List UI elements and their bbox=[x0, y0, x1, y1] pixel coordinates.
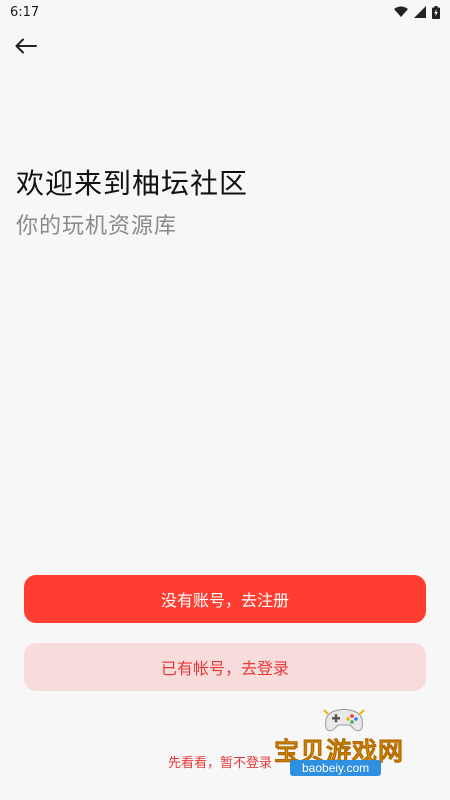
watermark-url: baobeiy.com bbox=[290, 760, 382, 776]
skip-login-link[interactable]: 先看看，暂不登录 bbox=[168, 752, 272, 771]
page-subtitle: 你的玩机资源库 bbox=[16, 214, 178, 239]
status-time: 6:17 bbox=[10, 4, 40, 20]
battery-charging-icon bbox=[432, 5, 440, 19]
arrow-left-icon bbox=[15, 38, 37, 54]
watermark: 宝贝游戏网 baobeiy.com bbox=[272, 706, 422, 792]
register-button-label: 没有账号，去注册 bbox=[160, 591, 289, 610]
login-button[interactable]: 已有帐号，去登录 bbox=[24, 643, 426, 691]
wifi-icon bbox=[394, 6, 408, 17]
page-title: 欢迎来到柚坛社区 bbox=[16, 167, 249, 200]
signal-icon bbox=[414, 6, 426, 18]
status-icons bbox=[394, 5, 440, 19]
back-button[interactable] bbox=[12, 32, 40, 60]
gamepad-icon bbox=[323, 709, 365, 732]
login-button-label: 已有帐号，去登录 bbox=[160, 659, 289, 678]
status-bar: 6:17 bbox=[0, 0, 450, 24]
register-button[interactable]: 没有账号，去注册 bbox=[24, 575, 426, 623]
